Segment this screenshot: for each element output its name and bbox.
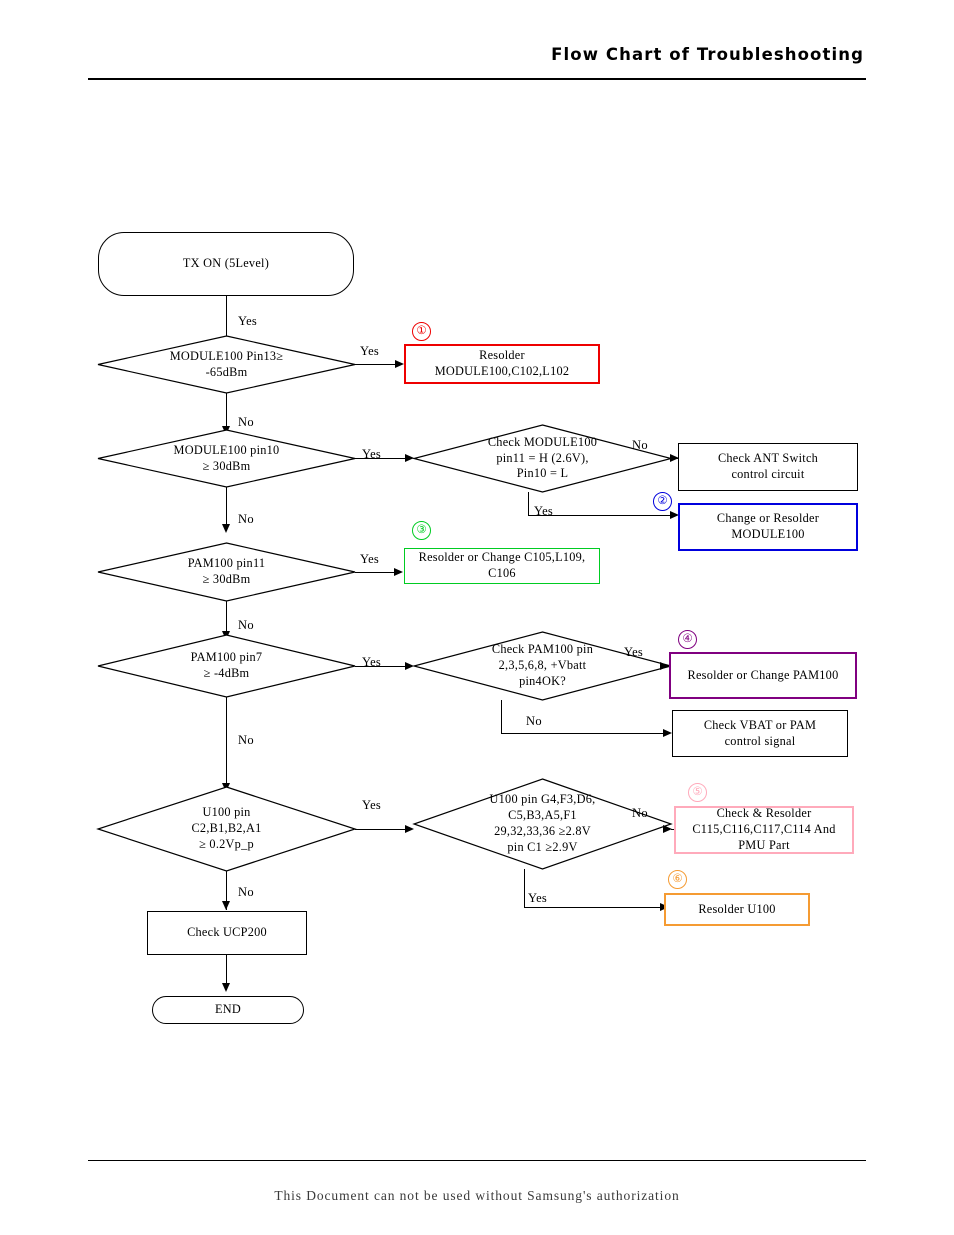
node-action-resolder-module100-label: Resolder MODULE100,C102,L102 [434,348,570,378]
node-action-resolder-module100[interactable]: Resolder MODULE100,C102,L102 [404,344,600,384]
edge-label-d4-d4b: Yes [362,655,382,669]
marker-5: ⑤ [688,783,707,802]
footer-text: This Document can not be used without Sa… [274,1188,680,1203]
node-decision-module100-pin10[interactable]: MODULE100 pin10 ≥ 30dBm [97,429,356,488]
edge-d5-d5b [355,829,406,830]
node-start[interactable]: TX ON (5Level) [98,232,354,296]
edge-label-d4b-a4a: Yes [624,645,644,659]
flowchart-page: Flow Chart of Troubleshooting TX ON (5Le… [0,0,954,1235]
edge-d2-d3-arrowhead [221,524,230,533]
node-decision-pam100-pin7-label: PAM100 pin7 ≥ -4dBm [190,650,263,680]
marker-1: ① [412,322,431,341]
edge-label-d2b-a2a: No [632,438,648,452]
node-action-resolder-u100[interactable]: Resolder U100 [664,893,810,926]
edge-d5b-a5a-arrowhead [663,824,672,833]
node-action-check-resolder-c115[interactable]: Check & Resolder C115,C116,C117,C114 And… [674,806,854,854]
footer-divider [88,1160,866,1161]
edge-d5-ucp-arrowhead [221,901,230,910]
node-action-resolder-change-c105[interactable]: Resolder or Change C105,L109, C106 [404,548,600,584]
edge-d2b-a2b-vert [528,492,529,516]
node-decision-check-module100-label: Check MODULE100 pin11 = H (2.6V), Pin10 … [487,434,598,481]
node-action-check-resolder-c115-label: Check & Resolder C115,C116,C117,C114 And… [692,806,836,852]
node-decision-pam100-pin7[interactable]: PAM100 pin7 ≥ -4dBm [97,634,356,698]
marker-3: ③ [412,521,431,540]
edge-d4-d5 [226,697,227,791]
node-decision-module100-pin13[interactable]: MODULE100 Pin13≥ -65dBm [97,335,356,394]
node-decision-check-pam100-pins[interactable]: Check PAM100 pin 2,3,5,6,8, +Vbatt pin4O… [411,631,674,701]
edge-label-d5-d5b: Yes [362,798,382,812]
header-divider [88,78,866,80]
edge-d1-a1 [355,364,396,365]
node-action-check-ucp200[interactable]: Check UCP200 [147,911,307,955]
node-action-change-resolder-module100[interactable]: Change or Resolder MODULE100 [678,503,858,551]
node-action-check-ant-switch-label: Check ANT Switch control circuit [717,451,819,481]
edge-d4b-a4b-horz [501,733,665,734]
node-decision-check-pam100-pins-label: Check PAM100 pin 2,3,5,6,8, +Vbatt pin4O… [491,642,594,688]
node-action-resolder-change-pam100[interactable]: Resolder or Change PAM100 [669,652,857,699]
node-action-check-ant-switch[interactable]: Check ANT Switch control circuit [678,443,858,491]
edge-label-d3-d4: No [238,618,254,632]
node-decision-u100-pin-c2-label: U100 pin C2,B1,B2,A1 ≥ 0.2Vp_p [191,805,262,851]
edge-d4-d4b-arrowhead [405,661,414,670]
edge-d2-d2b-arrowhead [405,453,414,462]
edge-d4b-a4b-vert [501,700,502,734]
node-action-check-vbat-label: Check VBAT or PAM control signal [703,717,817,748]
edge-label-d4-d5: No [238,733,254,747]
edge-ucp-end-arrowhead [221,983,230,992]
node-decision-pam100-pin11-label: PAM100 pin11 ≥ 30dBm [187,556,266,586]
node-end-label: END [214,1002,242,1017]
node-action-resolder-change-c105-label: Resolder or Change C105,L109, C106 [418,550,586,580]
node-decision-u100-pin-g4-label: U100 pin G4,F3,D6, C5,B3,A5,F1 29,32,33,… [489,792,596,854]
marker-6: ⑥ [668,870,687,889]
node-action-check-vbat[interactable]: Check VBAT or PAM control signal [672,710,848,757]
node-decision-u100-pin-g4[interactable]: U100 pin G4,F3,D6, C5,B3,A5,F1 29,32,33,… [412,778,673,870]
marker-2: ② [653,492,672,511]
edge-d3-a3 [355,572,399,573]
edge-d1-a1-arrowhead [395,359,404,368]
edge-label-d1-d2: No [238,415,254,429]
node-action-change-resolder-module100-label: Change or Resolder MODULE100 [716,511,820,541]
edge-label-d3-a3: Yes [360,552,380,566]
edge-label-d1-a1: Yes [360,344,380,358]
node-action-check-ucp200-label: Check UCP200 [187,925,267,940]
marker-4: ④ [678,630,697,649]
edge-d4b-a4b-arrowhead [663,729,672,737]
node-start-label: TX ON (5Level) [182,256,270,271]
node-action-resolder-change-pam100-label: Resolder or Change PAM100 [687,667,839,682]
edge-label-d4b-a4b: No [526,714,542,728]
node-decision-module100-pin10-label: MODULE100 pin10 ≥ 30dBm [173,442,280,473]
node-end[interactable]: END [152,996,304,1024]
edge-d5b-a5b-vert [524,869,525,908]
node-action-resolder-u100-label: Resolder U100 [698,901,776,916]
edge-label-d5b-a5b: Yes [528,891,548,905]
node-decision-module100-pin13-label: MODULE100 Pin13≥ -65dBm [169,348,284,379]
edge-label-d5b-a5a: No [632,806,648,820]
node-decision-u100-pin-c2[interactable]: U100 pin C2,B1,B2,A1 ≥ 0.2Vp_p [96,786,357,872]
edge-d4b-a4a-arrowhead [660,661,669,670]
node-decision-check-module100[interactable]: Check MODULE100 pin11 = H (2.6V), Pin10 … [411,424,674,493]
edge-d3-a3-arrowhead [394,567,403,576]
edge-label-start-d1: Yes [238,314,258,328]
edge-label-d2b-a2b: Yes [534,504,554,518]
page-title: Flow Chart of Troubleshooting [551,45,864,64]
edge-d5b-a5b-horz [524,907,664,908]
edge-label-d2-d3: No [238,512,254,526]
edge-label-d2-d2b: Yes [362,447,382,461]
edge-d5-d5b-arrowhead [405,824,414,833]
node-decision-pam100-pin11[interactable]: PAM100 pin11 ≥ 30dBm [97,542,356,602]
edge-label-d5-ucp: No [238,885,254,899]
